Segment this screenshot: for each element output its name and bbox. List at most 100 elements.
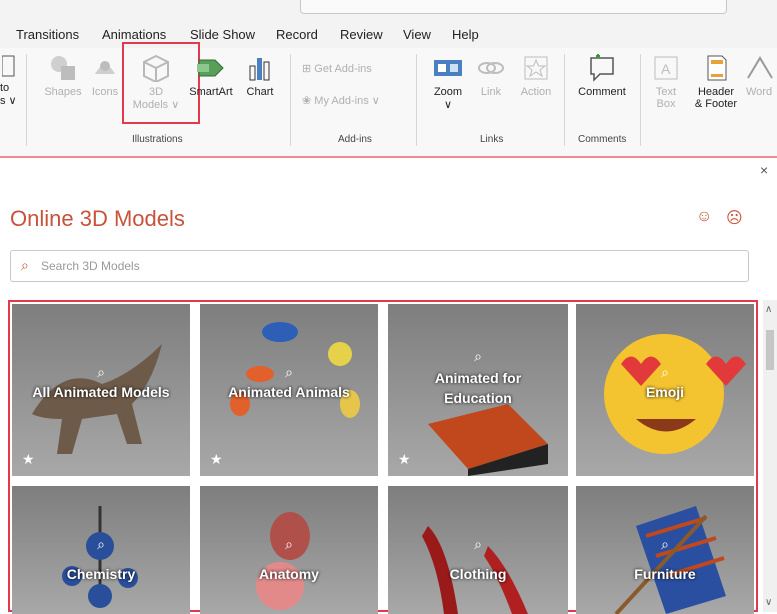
category-tile-emoji[interactable]: ⌕ Emoji [576,304,754,476]
scroll-down-icon[interactable]: ∨ [765,597,772,608]
tab-slide-show[interactable]: Slide Show [190,27,255,42]
text-box-label-1: Text [655,86,677,98]
link-button[interactable]: Link [474,54,508,98]
animation-runner-icon: ★ [210,451,223,467]
category-tile-animated-for-education[interactable]: ⌕ Animated for Education ★ [388,304,568,476]
shapes-icon [51,56,75,80]
wordart-label: Word [746,86,773,98]
get-add-ins-label: Get Add-ins [314,63,372,75]
category-tile-clothing[interactable]: ⌕ Clothing [388,486,568,614]
category-tile-animated-animals[interactable]: ⌕ Animated Animals ★ [200,304,378,476]
search-icon: ⌕ [97,536,105,552]
action-label: Action [520,86,552,98]
document-icon [2,55,15,77]
chart-button[interactable]: Chart [242,54,278,98]
icons-icon [95,61,115,74]
my-add-ins-label: My Add-ins [314,95,369,107]
tab-animations[interactable]: Animations [102,27,166,42]
smartart-icon [197,59,224,77]
online-3d-models-pane: × Online 3D Models ☺ ☹ ⌕ Search 3D Model… [0,158,777,614]
search-icon: ⌕ [661,536,669,552]
category-label: Animated for Education [434,370,522,406]
animation-runner-icon: ★ [22,451,35,467]
zoom-icon [434,60,462,76]
tab-view[interactable]: View [403,27,431,42]
category-label: Emoji [645,384,685,400]
zoom-button[interactable]: Zoom ∨ [428,54,468,111]
gallery-scrollbar[interactable]: ∧ ∨ [763,300,777,612]
ribbon-tabs: Transitions Animations Slide Show Record… [0,20,777,48]
chevron-down-icon: ∨ [371,95,380,107]
wordart-button[interactable]: Word [746,54,777,98]
group-divider [416,54,417,146]
add-ins-group-label: Add-ins [338,134,372,145]
zoom-chevron-icon: ∨ [443,99,453,111]
search-icon: ⌕ [474,536,482,552]
shapes-label: Shapes [44,86,82,98]
action-button[interactable]: Action [514,54,558,98]
frown-icon[interactable]: ☹ [726,208,743,228]
tab-record[interactable]: Record [276,27,318,42]
link-icon [478,62,504,74]
smartart-button[interactable]: SmartArt [186,54,236,98]
category-tile-furniture[interactable]: ⌕ Furniture [576,486,754,614]
category-tile-chemistry[interactable]: ⌕ Chemistry [12,486,190,614]
comments-group-label: Comments [578,134,627,145]
link-label: Link [480,86,502,98]
header-footer-icon [707,55,727,81]
get-add-ins-button[interactable]: ⊞ Get Add-ins [302,62,372,75]
bar-chart-icon [249,58,270,81]
icons-label: Icons [91,86,119,98]
search-icon: ⌕ [661,364,669,380]
my-add-ins-button[interactable]: ❀ My Add-ins ∨ [302,94,380,107]
links-group-label: Links [480,134,504,145]
search-icon: ⌕ [285,364,293,380]
group-divider [26,54,27,146]
tab-transitions[interactable]: Transitions [16,27,79,42]
text-box-icon: A [654,56,678,80]
illustrations-group-label: Illustrations [132,134,183,145]
category-label: All Animated Models [32,384,170,400]
app-search-box[interactable] [300,0,727,14]
category-label: Chemistry [66,566,136,582]
scrollbar-thumb[interactable] [766,330,774,370]
svg-text:A: A [661,61,671,77]
category-label: Animated Animals [228,384,350,400]
animation-runner-icon: ★ [398,451,411,467]
category-tile-all-animated-models[interactable]: ⌕ All Animated Models ★ [12,304,190,476]
group-divider [564,54,565,146]
category-label: Clothing [449,566,507,582]
partial-label-1: to [0,82,10,94]
group-divider [640,54,641,146]
title-bar [0,0,777,20]
chart-label: Chart [246,86,274,98]
comment-label: Comment [578,86,626,98]
search-icon: ⌕ [285,536,293,552]
category-tile-anatomy[interactable]: ⌕ Anatomy [200,486,378,614]
search-3d-models-input[interactable]: ⌕ Search 3D Models [10,250,749,282]
smile-icon[interactable]: ☺ [696,208,712,226]
header-footer-button[interactable]: Header & Footer [690,54,742,110]
tab-help[interactable]: Help [452,27,479,42]
comment-icon [590,54,614,82]
store-icon: ⊞ [302,63,312,75]
search-icon: ⌕ [474,348,482,364]
icons-button[interactable]: Icons [88,54,122,98]
partial-label-2: s ∨ [0,95,17,107]
text-box-button[interactable]: A Text Box [648,54,684,110]
tab-review[interactable]: Review [340,27,383,42]
close-icon[interactable]: × [760,162,768,178]
category-gallery: ⌕ All Animated Models ★ ⌕ Animated Anima… [8,300,758,614]
category-label: Anatomy [259,566,319,582]
pane-title: Online 3D Models [10,206,185,231]
group-divider [290,54,291,146]
shapes-button[interactable]: Shapes [40,54,86,98]
smartart-label: SmartArt [189,86,233,98]
search-icon: ⌕ [21,257,29,273]
comment-button[interactable]: Comment [572,54,632,98]
scroll-up-icon[interactable]: ∧ [765,304,772,315]
search-placeholder: Search 3D Models [41,259,140,273]
wordart-icon [747,56,773,79]
partial-ribbon-button[interactable]: to s ∨ [0,54,18,107]
add-ins-icon: ❀ [302,95,312,107]
